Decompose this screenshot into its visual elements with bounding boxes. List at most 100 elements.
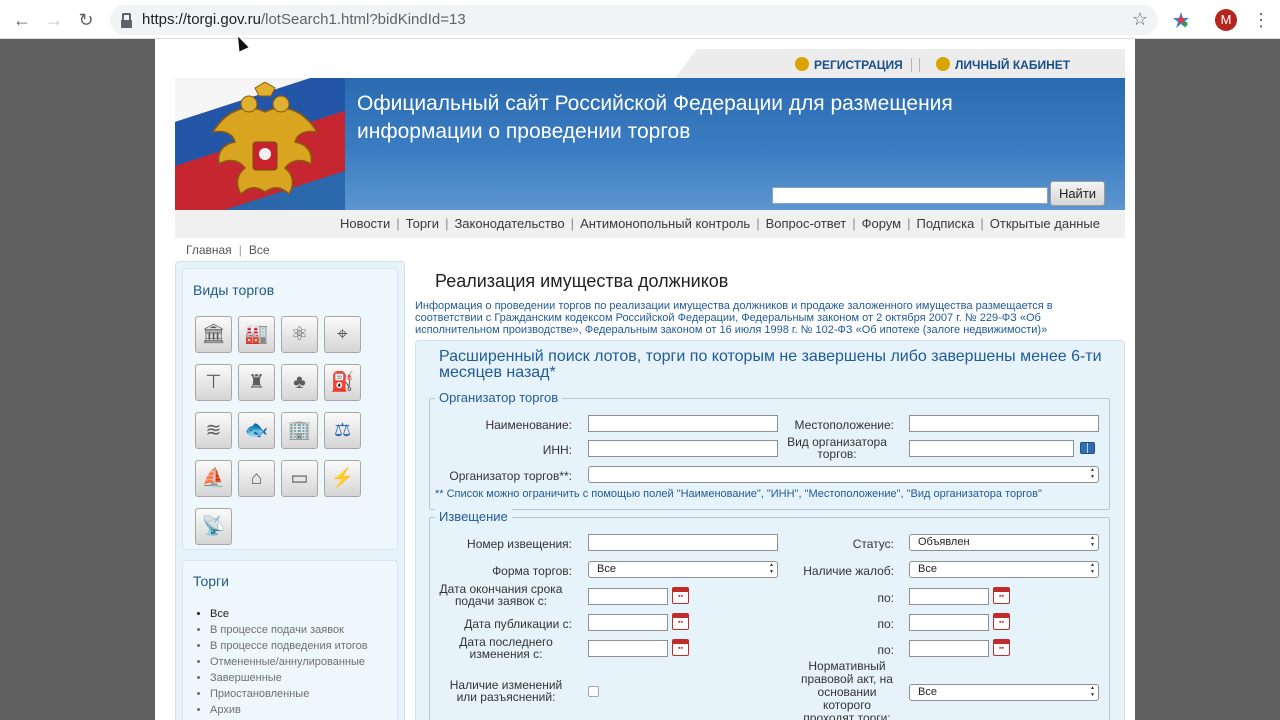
extension-icon[interactable]	[1171, 10, 1191, 30]
menu-item-forum[interactable]: Форум	[862, 216, 902, 231]
menu-item-news[interactable]: Новости	[340, 216, 390, 231]
menu-item-legislation[interactable]: Законодательство	[454, 216, 564, 231]
survey-tripod-icon[interactable]: ⌖	[324, 316, 361, 353]
form-select[interactable]: Все	[588, 561, 778, 578]
kinds-panel: Виды торгов 🏛 🏭 ⚛ ⌖ ⊤ ♜ ♣ ⛽ ≋ 🐟 🏢 ⚖ ⛵ ⌂ …	[182, 268, 398, 550]
more-menu-icon[interactable]: ⋮	[1252, 9, 1270, 31]
page: РЕГИСТРАЦИЯ ЛИЧНЫЙ КАБИНЕТ Официальный с…	[155, 39, 1135, 720]
register-link[interactable]: РЕГИСТРАЦИЯ	[795, 57, 903, 72]
url-host: https://torgi.gov.ru	[142, 11, 261, 28]
changed-from-input[interactable]	[588, 640, 668, 657]
site-search-input[interactable]	[772, 187, 1048, 204]
complaints-select[interactable]: Все	[909, 561, 1099, 578]
page-description: Информация о проведении торгов по реализ…	[415, 300, 1053, 336]
deadline-label: Дата окончания срока подачи заявок с:	[439, 582, 563, 608]
billboard-icon[interactable]: ▭	[281, 460, 318, 497]
calendar-icon[interactable]: ▪▪	[993, 613, 1010, 630]
inn-input[interactable]	[588, 440, 778, 457]
torgi-item-suspended[interactable]: Приостановленные	[210, 686, 368, 702]
org-type-label: Вид организатора торгов:	[787, 435, 887, 461]
torgi-item-summarizing[interactable]: В процессе подведения итогов	[210, 638, 368, 654]
back-arrow-icon[interactable]: ←	[11, 9, 33, 31]
status-label: Статус:	[852, 537, 894, 551]
menu-item-open-data[interactable]: Открытые данные	[990, 216, 1100, 231]
notice-number-input[interactable]	[588, 534, 778, 551]
changed-label: Дата последнего изменения с:	[459, 635, 553, 661]
flooded-house-icon[interactable]: ⌂	[238, 460, 275, 497]
calendar-icon[interactable]: ▪▪	[993, 587, 1010, 604]
notice-number-label: Номер извещения:	[467, 537, 572, 551]
torgi-item-archive[interactable]: Архив	[210, 702, 368, 718]
cabinet-label: ЛИЧНЫЙ КАБИНЕТ	[955, 58, 1071, 72]
organizer-fieldset: Организатор торгов Наименование: Местопо…	[429, 390, 1110, 510]
breadcrumb-current: Все	[248, 243, 270, 257]
publication-to-label: по:	[877, 617, 894, 631]
oil-pump-icon[interactable]: ⛽	[324, 364, 361, 401]
organizer-note: ** Список можно ограничить с помощью пол…	[435, 488, 1042, 500]
main-menu: Новости | Торги | Законодательство | Антимоноп…	[175, 210, 1125, 238]
coat-of-arms-emblem	[211, 82, 319, 196]
menu-item-subscription[interactable]: Подписка	[917, 216, 975, 231]
torgi-item-all[interactable]: Все	[210, 606, 368, 622]
forward-arrow-icon[interactable]: →	[43, 9, 65, 31]
legal-act-label: Нормативный правовой акт, на основании к…	[801, 659, 893, 720]
boat-icon[interactable]: ⛵	[195, 460, 232, 497]
hunter-icon[interactable]: ♜	[238, 364, 275, 401]
publication-to-input[interactable]	[909, 614, 989, 631]
water-icon[interactable]: ≋	[195, 412, 232, 449]
bookmark-star-icon[interactable]: ☆	[1132, 9, 1148, 30]
power-pylon-icon[interactable]: ⚡	[324, 460, 361, 497]
changed-to-label: по:	[877, 643, 894, 657]
torgi-item-completed[interactable]: Завершенные	[210, 670, 368, 686]
publication-from-input[interactable]	[588, 614, 668, 631]
cabinet-link[interactable]: ЛИЧНЫЙ КАБИНЕТ	[936, 57, 1070, 72]
url-text: https://torgi.gov.ru/lotSearch1.html?bid…	[142, 11, 466, 28]
menu-item-faq[interactable]: Вопрос-ответ	[766, 216, 847, 231]
calendar-icon[interactable]: ▪▪	[672, 613, 689, 630]
profile-avatar[interactable]: M	[1215, 9, 1237, 31]
key-icon	[795, 57, 809, 71]
status-select[interactable]: Объявлен	[909, 534, 1099, 551]
legal-act-select[interactable]: Все	[909, 684, 1099, 701]
factory-icon[interactable]: 🏭	[238, 316, 275, 353]
bank-building-icon[interactable]: 🏛	[195, 316, 232, 353]
torgi-item-applications[interactable]: В процессе подачи заявок	[210, 622, 368, 638]
organizer-select[interactable]	[588, 466, 1099, 483]
dictionary-book-icon[interactable]	[1080, 442, 1095, 454]
torgi-filter-list: Все В процессе подачи заявок В процессе …	[210, 606, 368, 718]
breadcrumb: Главная | Все	[186, 243, 270, 257]
inn-label: ИНН:	[542, 443, 572, 457]
scales-icon[interactable]: ⚖	[324, 412, 361, 449]
address-bar[interactable]: https://torgi.gov.ru/lotSearch1.html?bid…	[110, 5, 1158, 35]
org-type-input[interactable]	[909, 440, 1074, 457]
calendar-icon[interactable]: ▪▪	[672, 587, 689, 604]
breadcrumb-home[interactable]: Главная	[186, 243, 232, 257]
lock-icon	[121, 13, 132, 28]
location-label: Местоположение:	[794, 418, 894, 432]
deadline-from-input[interactable]	[588, 588, 668, 605]
reload-icon[interactable]: ↻	[75, 9, 97, 31]
location-input[interactable]	[909, 415, 1099, 432]
torgi-item-cancelled[interactable]: Отмененные/аннулированные	[210, 654, 368, 670]
calendar-icon[interactable]: ▪▪	[993, 639, 1010, 656]
top-divider	[911, 58, 920, 72]
radio-tower-icon[interactable]: 📡	[195, 508, 232, 545]
search-button[interactable]: Найти	[1050, 181, 1105, 206]
publication-label: Дата публикации с:	[464, 617, 572, 631]
menu-item-antimonopoly[interactable]: Антимонопольный контроль	[580, 216, 750, 231]
organizer-label: Организатор торгов**:	[449, 469, 572, 483]
office-building-icon[interactable]: 🏢	[281, 412, 318, 449]
calendar-icon[interactable]: ▪▪	[672, 639, 689, 656]
changes-checkbox[interactable]	[588, 686, 599, 697]
atom-icon[interactable]: ⚛	[281, 316, 318, 353]
url-path: /lotSearch1.html?bidKindId=13	[260, 11, 466, 28]
name-input[interactable]	[588, 415, 778, 432]
menu-item-torgi[interactable]: Торги	[406, 216, 439, 231]
notice-fieldset: Извещение Номер извещения: Статус: Объяв…	[429, 509, 1110, 720]
changed-to-input[interactable]	[909, 640, 989, 657]
forest-icon[interactable]: ♣	[281, 364, 318, 401]
sidebar: Виды торгов 🏛 🏭 ⚛ ⌖ ⊤ ♜ ♣ ⛽ ≋ 🐟 🏢 ⚖ ⛵ ⌂ …	[175, 261, 405, 720]
fish-icon[interactable]: 🐟	[238, 412, 275, 449]
tower-crane-icon[interactable]: ⊤	[195, 364, 232, 401]
deadline-to-input[interactable]	[909, 588, 989, 605]
